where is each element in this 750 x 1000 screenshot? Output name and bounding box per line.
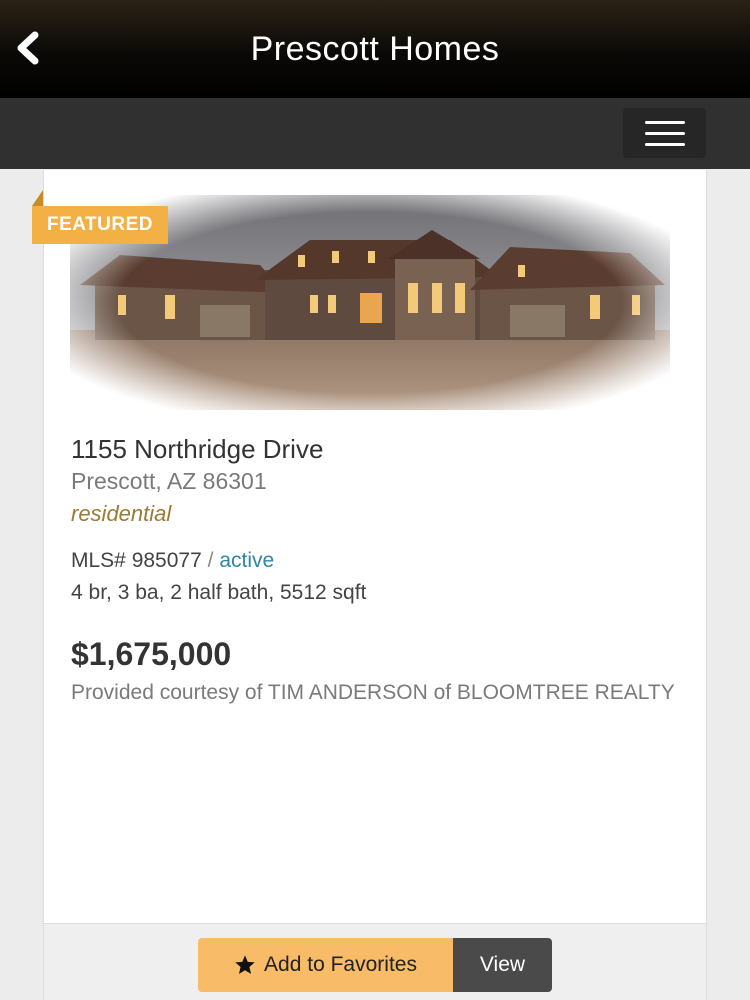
mls-number: MLS# 985077 — [71, 549, 202, 572]
listing-specs: 4 br, 3 ba, 2 half bath, 5512 sqft — [71, 581, 367, 604]
star-icon — [235, 955, 255, 974]
add-to-favorites-button[interactable]: Add to Favorites — [198, 938, 453, 992]
mls-line: MLS# 985077 / active — [71, 549, 274, 573]
hamburger-menu-icon — [644, 120, 685, 124]
featured-badge: FEATURED — [32, 206, 168, 244]
listing-status: active — [219, 549, 275, 572]
property-type: residential — [71, 501, 172, 526]
listing-price: $1,675,000 — [71, 636, 232, 672]
add-to-favorites-label: Add to Favorites — [264, 953, 417, 976]
view-label: View — [479, 953, 526, 976]
listing-address[interactable]: 1155 Northridge Drive — [71, 434, 323, 465]
listing-courtesy: Provided courtesy of TIM ANDERSON of BLO… — [71, 681, 675, 704]
listing-city: Prescott, AZ 86301 — [71, 468, 267, 494]
badge-fold — [32, 190, 43, 206]
menu-button[interactable] — [623, 108, 706, 158]
mls-separator: / — [207, 549, 214, 572]
view-button[interactable]: View — [453, 938, 552, 992]
page-title: Prescott Homes — [250, 30, 500, 68]
